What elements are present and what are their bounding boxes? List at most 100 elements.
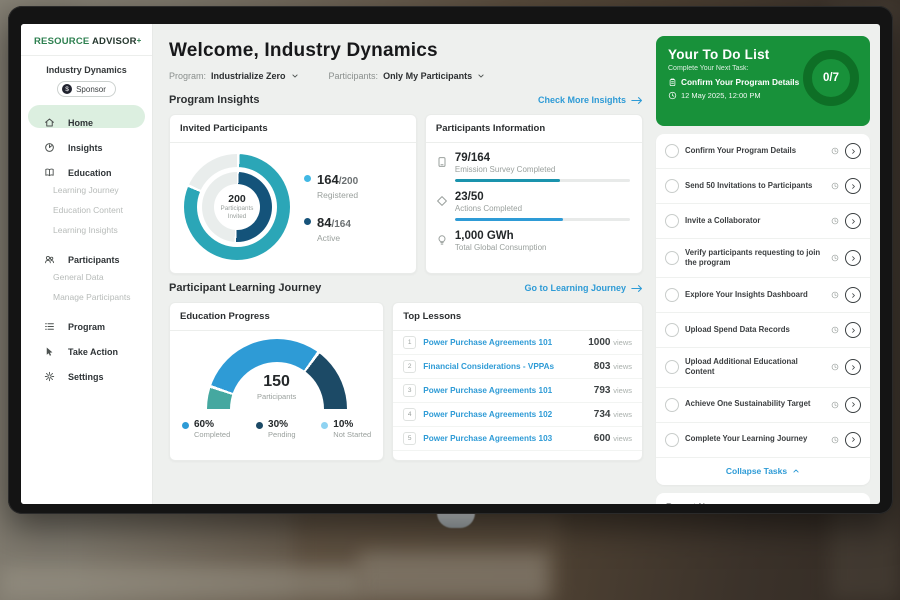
task-checkbox[interactable]	[665, 323, 679, 337]
collapse-tasks-link[interactable]: Collapse Tasks	[656, 458, 870, 485]
task-checkbox[interactable]	[665, 214, 679, 228]
task-open-button[interactable]	[845, 432, 861, 448]
lesson-rank: 5	[403, 432, 416, 445]
learning-journey-header: Participant Learning Journey Go to Learn…	[169, 282, 643, 294]
program-insights-title: Program Insights	[169, 94, 259, 106]
logo-plus: +	[137, 36, 142, 45]
lesson-link[interactable]: Financial Considerations - VPPAs	[423, 362, 587, 372]
lesson-views-suffix: views	[613, 434, 632, 443]
app-logo: RESOURCE ADVISOR+	[21, 32, 152, 56]
legend-item: 164/200 Registered	[304, 171, 358, 200]
tasks-card: Confirm Your Program Details Send 50 Inv…	[656, 134, 870, 485]
task-checkbox[interactable]	[665, 288, 679, 302]
chevron-right-icon	[850, 401, 857, 408]
metric-icon	[436, 195, 448, 207]
sidebar-item[interactable]: Take Action	[28, 334, 145, 357]
organization-name: Industry Dynamics	[21, 65, 152, 75]
sidebar-item[interactable]: Manage Participants	[28, 287, 145, 307]
program-filter-dropdown[interactable]: Program: Industrialize Zero	[169, 71, 299, 81]
task-checkbox[interactable]	[665, 251, 679, 265]
background-patch	[358, 552, 548, 600]
task-row[interactable]: Complete Your Learning Journey	[656, 423, 870, 458]
task-row[interactable]: Confirm Your Program Details	[656, 134, 870, 169]
task-open-button[interactable]	[845, 213, 861, 229]
clock-icon	[831, 182, 839, 190]
metric-row: 1,000 GWh Total Global Consumption	[436, 230, 630, 252]
program-insights-header: Program Insights Check More Insights	[169, 94, 643, 106]
sidebar-item[interactable]: Insights	[28, 130, 145, 153]
task-row[interactable]: Send 50 Invitations to Participants	[656, 169, 870, 204]
legend-item: 30% Pending	[256, 419, 296, 439]
task-open-button[interactable]	[845, 250, 861, 266]
task-row[interactable]: Upload Additional Educational Content	[656, 348, 870, 387]
sidebar-item-label: Participants	[68, 255, 120, 265]
top-lessons-list: 1 Power Purchase Agreements 101 1000 vie…	[393, 331, 642, 451]
sidebar-item[interactable]: Education Content	[28, 200, 145, 220]
lesson-views-suffix: views	[613, 386, 632, 395]
sponsor-icon: $	[62, 84, 72, 94]
task-row[interactable]: Explore Your Insights Dashboard	[656, 278, 870, 313]
sidebar-item-label: Take Action	[68, 347, 118, 357]
filters-row: Program: Industrialize Zero Participants…	[169, 71, 643, 81]
sidebar-item[interactable]: Learning Journey	[28, 180, 145, 200]
metric-progress-fill	[455, 218, 564, 221]
gauge-center-value: 150	[207, 373, 347, 391]
task-label: Confirm Your Program Details	[685, 146, 825, 156]
invited-participants-card: Invited Participants 200 Participants In…	[169, 114, 417, 274]
sidebar-item[interactable]: Program	[28, 309, 145, 332]
task-row[interactable]: Invite a Collaborator	[656, 204, 870, 239]
sidebar-item[interactable]: General Data	[28, 267, 145, 287]
participants-information-body: 79/164 Emission Survey Completed	[426, 143, 642, 252]
lesson-views-count: 793	[594, 385, 611, 396]
sidebar-item[interactable]: Participants	[28, 242, 145, 265]
task-open-button[interactable]	[845, 322, 861, 338]
task-open-button[interactable]	[845, 143, 861, 159]
task-checkbox[interactable]	[665, 360, 679, 374]
sidebar-item[interactable]: Learning Insights	[28, 220, 145, 240]
participants-filter-dropdown[interactable]: Participants: Only My Participants	[329, 71, 486, 81]
go-to-learning-journey-link[interactable]: Go to Learning Journey	[524, 283, 643, 293]
legend-label: Registered	[317, 190, 358, 200]
task-checkbox[interactable]	[665, 433, 679, 447]
legend-dot	[304, 175, 311, 182]
task-checkbox[interactable]	[665, 144, 679, 158]
chevron-down-icon	[477, 72, 485, 80]
sidebar-item-label: General Data	[53, 272, 104, 282]
legend-dot	[256, 422, 263, 429]
task-row[interactable]: Verify participants requesting to join t…	[656, 239, 870, 278]
todo-next-task-label: Confirm Your Program Details	[681, 77, 799, 87]
sidebar-item[interactable]: Education	[28, 155, 145, 178]
task-row[interactable]: Upload Spend Data Records	[656, 313, 870, 348]
task-label: Complete Your Learning Journey	[685, 434, 825, 444]
program-filter-value: Industrialize Zero	[211, 71, 286, 81]
recent-news-title: Recent News	[666, 502, 722, 505]
sidebar-item[interactable]: Settings	[28, 359, 145, 382]
lesson-link[interactable]: Power Purchase Agreements 101	[423, 386, 587, 396]
sidebar-item[interactable]: Home	[28, 105, 145, 128]
chevron-right-icon	[850, 436, 857, 443]
gauge-center-label: Participants	[207, 392, 347, 401]
go-to-learning-journey-label: Go to Learning Journey	[524, 283, 626, 293]
task-checkbox[interactable]	[665, 398, 679, 412]
task-label: Upload Spend Data Records	[685, 325, 825, 335]
task-label: Achieve One Sustainability Target	[685, 399, 825, 409]
task-open-button[interactable]	[845, 397, 861, 413]
legend-label: Pending	[268, 430, 296, 439]
check-more-insights-link[interactable]: Check More Insights	[538, 95, 643, 105]
lesson-link[interactable]: Power Purchase Agreements 103	[423, 434, 587, 444]
task-open-button[interactable]	[845, 287, 861, 303]
legend-value: 10%	[333, 419, 371, 430]
donut-center-value: 200	[228, 193, 246, 205]
legend-value: 84	[317, 215, 331, 230]
metric-row: 23/50 Actions Completed	[436, 191, 630, 221]
top-lessons-title: Top Lessons	[393, 303, 642, 331]
task-open-button[interactable]	[845, 178, 861, 194]
lesson-link[interactable]: Power Purchase Agreements 101	[423, 338, 581, 348]
sidebar-item-label: Education	[68, 168, 112, 178]
photo-background: RESOURCE ADVISOR+ Industry Dynamics $ Sp…	[0, 0, 900, 600]
task-row[interactable]: Achieve One Sustainability Target	[656, 388, 870, 423]
page-title: Welcome, Industry Dynamics	[169, 40, 643, 62]
task-open-button[interactable]	[845, 359, 861, 375]
lesson-link[interactable]: Power Purchase Agreements 102	[423, 410, 587, 420]
task-checkbox[interactable]	[665, 179, 679, 193]
